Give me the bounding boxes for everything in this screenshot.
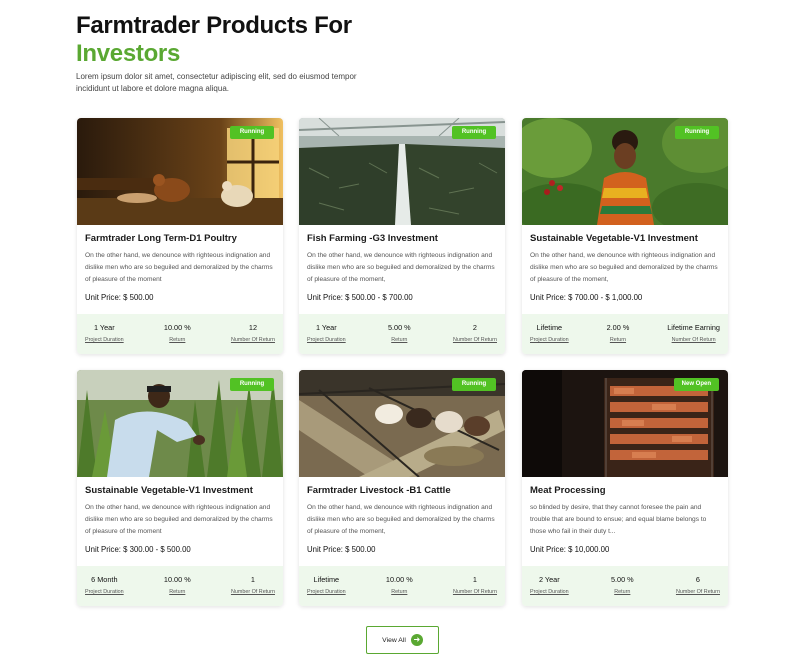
stat-value: Lifetime xyxy=(536,323,563,332)
product-description: so blinded by desire, that they cannot f… xyxy=(530,504,707,535)
stat-label: Return xyxy=(169,337,186,343)
stat-label: Return xyxy=(169,589,186,595)
unit-price: Unit Price: $ 500.00 - $ 700.00 xyxy=(307,293,413,302)
stat-number-of-return: 1 Number Of Return xyxy=(231,566,275,606)
product-card[interactable]: Running Farmtrader Long Term-D1 Poultry … xyxy=(77,118,283,354)
product-description: On the other hand, we denounce with righ… xyxy=(85,252,273,283)
stat-value: 1 Year xyxy=(315,323,337,332)
stat-label: Number Of Return xyxy=(230,589,275,595)
stat-value: 5.00 % xyxy=(610,575,634,584)
product-card[interactable]: Running Farmtrader Livestock -B1 Cattle … xyxy=(299,370,505,606)
page-title: Farmtrader Products For xyxy=(76,12,352,39)
stat-label: Number Of Return xyxy=(452,589,497,595)
stat-value: 1 Year xyxy=(93,323,115,332)
product-card[interactable]: New Open Meat Processing so blinded by d… xyxy=(522,370,728,606)
arrow-right-icon: ➜ xyxy=(410,634,423,646)
stat-number-of-return: 12 Number Of Return xyxy=(231,314,275,354)
stat-value: Lifetime xyxy=(313,575,340,584)
stat-value: 6 Month xyxy=(91,575,118,584)
stat-duration: Lifetime Project Duration xyxy=(530,314,569,354)
stat-value: 1 xyxy=(472,575,477,584)
stat-return: 10.00 % Return xyxy=(386,566,413,606)
stat-label: Return xyxy=(614,589,631,595)
stats-bar: Lifetime Project Duration 10.00 % Return… xyxy=(299,566,505,606)
stat-duration: Lifetime Project Duration xyxy=(307,566,346,606)
stat-value: 10.00 % xyxy=(385,575,413,584)
page-title-accent: Investors xyxy=(76,40,181,67)
status-badge: Running xyxy=(230,378,274,391)
stat-number-of-return: 6 Number Of Return xyxy=(676,566,720,606)
stat-value: 12 xyxy=(248,323,258,332)
stat-label: Number Of Return xyxy=(452,337,497,343)
product-description: On the other hand, we denounce with righ… xyxy=(85,504,273,535)
stat-duration: 6 Month Project Duration xyxy=(85,566,124,606)
section-header: Farmtrader Products For Investors Lorem … xyxy=(76,12,396,95)
stat-duration: 1 Year Project Duration xyxy=(85,314,124,354)
stat-label: Number Of Return xyxy=(671,337,716,343)
stat-value: 2 xyxy=(472,323,477,332)
status-badge: Running xyxy=(452,378,496,391)
product-title[interactable]: Farmtrader Livestock -B1 Cattle xyxy=(307,485,451,496)
product-card[interactable]: Running Fish Farming -G3 Investment On t… xyxy=(299,118,505,354)
product-title[interactable]: Farmtrader Long Term-D1 Poultry xyxy=(85,233,237,244)
product-title[interactable]: Fish Farming -G3 Investment xyxy=(307,233,438,244)
view-all-label: View All xyxy=(382,636,406,644)
product-title[interactable]: Sustainable Vegetable-V1 Investment xyxy=(85,485,253,496)
stats-bar: 6 Month Project Duration 10.00 % Return … xyxy=(77,566,283,606)
stat-value: 10.00 % xyxy=(163,323,191,332)
stat-label: Project Duration xyxy=(85,337,124,343)
stat-return: 10.00 % Return xyxy=(164,314,191,354)
product-description: On the other hand, we denounce with righ… xyxy=(530,252,718,283)
stat-label: Return xyxy=(391,589,408,595)
stat-value: 10.00 % xyxy=(163,575,191,584)
unit-price: Unit Price: $ 700.00 - $ 1,000.00 xyxy=(530,293,643,302)
status-badge: New Open xyxy=(673,378,719,391)
stat-label: Number Of Return xyxy=(230,337,275,343)
stat-label: Project Duration xyxy=(307,589,346,595)
stat-value: 2.00 % xyxy=(606,323,630,332)
stat-number-of-return: 1 Number Of Return xyxy=(453,566,497,606)
product-card[interactable]: Running Sustainable Vegetable-V1 Investm… xyxy=(522,118,728,354)
stat-duration: 2 Year Project Duration xyxy=(530,566,569,606)
stat-duration: 1 Year Project Duration xyxy=(307,314,346,354)
stat-label: Project Duration xyxy=(307,337,346,343)
product-description: On the other hand, we denounce with righ… xyxy=(307,504,495,535)
stat-value: 2 Year xyxy=(538,575,560,584)
status-badge: Running xyxy=(230,126,274,139)
status-badge: Running xyxy=(452,126,496,139)
stat-number-of-return: 2 Number Of Return xyxy=(453,314,497,354)
stat-label: Number Of Return xyxy=(675,589,720,595)
stat-return: 5.00 % Return xyxy=(388,314,411,354)
product-title[interactable]: Sustainable Vegetable-V1 Investment xyxy=(530,233,698,244)
stat-return: 2.00 % Return xyxy=(607,314,630,354)
stat-label: Return xyxy=(391,337,408,343)
status-badge: Running xyxy=(675,126,719,139)
unit-price: Unit Price: $ 500.00 xyxy=(85,293,154,302)
stat-number-of-return: Lifetime Earning Number Of Return xyxy=(667,314,720,354)
unit-price: Unit Price: $ 500.00 xyxy=(307,545,376,554)
stat-value: 5.00 % xyxy=(387,323,411,332)
stat-return: 10.00 % Return xyxy=(164,566,191,606)
product-title[interactable]: Meat Processing xyxy=(530,485,606,496)
product-description: On the other hand, we denounce with righ… xyxy=(307,252,495,283)
product-card[interactable]: Running Sustainable Vegetable-V1 Investm… xyxy=(77,370,283,606)
stat-label: Return xyxy=(609,337,627,343)
stats-bar: Lifetime Project Duration 2.00 % Return … xyxy=(522,314,728,354)
page-subtitle: Lorem ipsum dolor sit amet, consectetur … xyxy=(76,72,357,93)
stats-bar: 2 Year Project Duration 5.00 % Return 6 … xyxy=(522,566,728,606)
stat-value: 1 xyxy=(250,575,255,584)
view-all-button[interactable]: View All ➜ xyxy=(366,626,439,654)
stats-bar: 1 Year Project Duration 5.00 % Return 2 … xyxy=(299,314,505,354)
stat-value: Lifetime Earning xyxy=(667,323,720,332)
stat-label: Project Duration xyxy=(85,589,124,595)
unit-price: Unit Price: $ 10,000.00 xyxy=(530,545,610,554)
stat-label: Project Duration xyxy=(530,337,569,343)
stat-return: 5.00 % Return xyxy=(611,566,634,606)
unit-price: Unit Price: $ 300.00 - $ 500.00 xyxy=(85,545,191,554)
stat-label: Project Duration xyxy=(530,589,569,595)
stat-value: 6 xyxy=(695,575,700,584)
stats-bar: 1 Year Project Duration 10.00 % Return 1… xyxy=(77,314,283,354)
